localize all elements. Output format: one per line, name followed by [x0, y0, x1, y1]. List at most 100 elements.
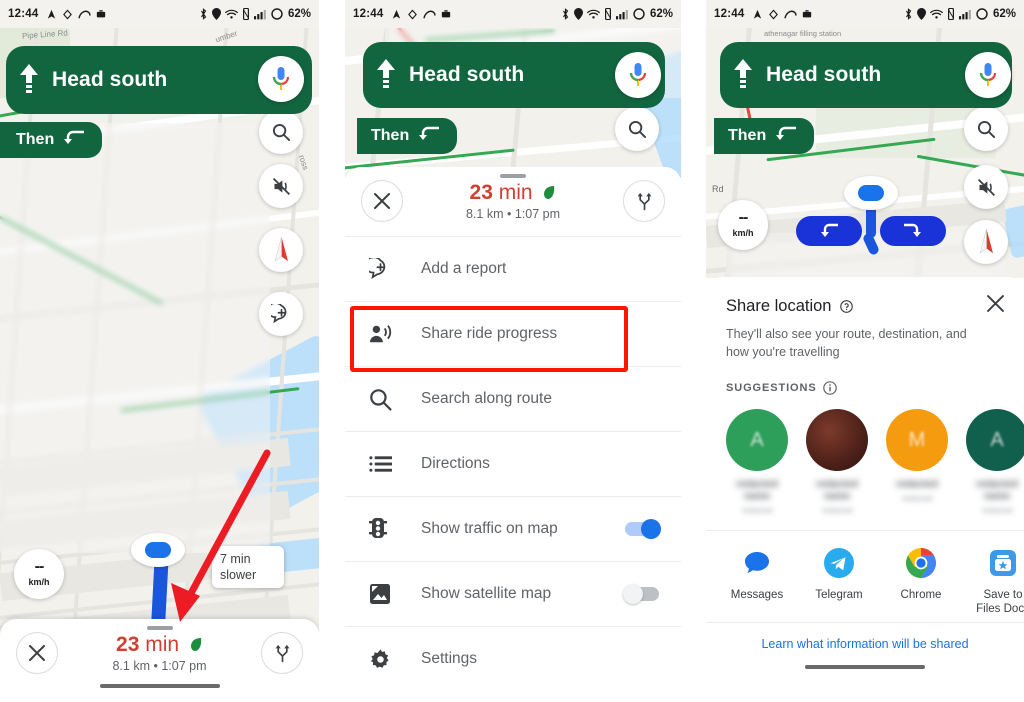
menu-item-search-along-route[interactable]: Search along route — [345, 366, 681, 431]
close-icon[interactable] — [987, 295, 1004, 317]
voice-mic-button[interactable] — [258, 56, 304, 102]
suggestions-label: SUGGESTIONS — [726, 382, 817, 394]
screenshot-stage: 12:44 62% Pipe Line Rd umber ross Head s… — [0, 0, 1024, 702]
share-app-label: Messages — [730, 589, 784, 601]
share-header: Share location — [706, 277, 1024, 317]
alternate-routes-button[interactable] — [623, 180, 665, 222]
u-turn-left-icon — [64, 129, 86, 152]
menu-item-show-traffic-on-map[interactable]: Show traffic on map — [345, 496, 681, 561]
briefcase-icon — [96, 9, 106, 19]
map-label: Rd — [712, 184, 724, 194]
wifi-icon — [930, 9, 943, 20]
speed-unit: km/h — [28, 577, 50, 587]
suggestion-item[interactable]: M redacted redacted — [886, 409, 948, 516]
share-location-sheet: Share location They'll also see your rou… — [706, 277, 1024, 702]
messages-icon — [739, 545, 775, 581]
navigation-instruction: Head south — [409, 63, 525, 86]
speedometer: -- km/h — [14, 549, 64, 599]
speed-value: -- — [738, 209, 749, 226]
navigation-instruction: Head south — [52, 68, 168, 91]
wifi-icon — [225, 9, 238, 20]
info-circle-icon[interactable] — [822, 381, 837, 395]
compass-button[interactable] — [964, 220, 1008, 264]
menu-item-add-a-report[interactable]: Add a report — [345, 236, 681, 301]
menu-item-show-satellite-map[interactable]: Show satellite map — [345, 561, 681, 626]
location-icon — [916, 8, 926, 20]
share-app-telegram[interactable]: Telegram — [810, 545, 868, 616]
bluetooth-icon — [904, 8, 913, 20]
share-apps-row[interactable]: Messages Telegram Chrome Save to Files D… — [706, 530, 1024, 622]
close-navigation-button[interactable] — [361, 180, 403, 222]
status-bar-left-icons — [391, 9, 451, 20]
suggestion-item[interactable]: redacted name redacted — [806, 409, 868, 516]
menu-item-directions[interactable]: Directions — [345, 431, 681, 496]
eco-leaf-icon — [543, 182, 556, 206]
menu-item-label: Show satellite map — [421, 585, 552, 602]
menu-item-label: Share ride progress — [421, 325, 558, 342]
menu-item-settings[interactable]: Settings — [345, 626, 681, 691]
suggestions-row[interactable]: A redacted name redacted redacted name r… — [706, 395, 1024, 516]
suggestion-item[interactable]: A redacted name redacted — [726, 409, 788, 516]
voice-mic-button[interactable] — [965, 52, 1011, 98]
share-app-chrome[interactable]: Chrome — [892, 545, 950, 616]
u-turn-left-icon — [419, 125, 441, 148]
satellite-image-icon — [369, 583, 421, 605]
annotation-arrow — [171, 449, 271, 622]
help-circle-icon[interactable] — [839, 299, 853, 313]
search-button[interactable] — [964, 107, 1008, 151]
share-app-save-to-files-dock[interactable]: Save to Files Dock — [974, 545, 1024, 616]
status-bar: 12:44 62% — [706, 0, 1024, 28]
navigation-icon — [391, 9, 402, 20]
sync-icon — [62, 9, 73, 20]
battery-icon — [633, 8, 645, 20]
navigation-options-menu: 23 min 8.1 km • 1:07 pm Add a report Sha… — [345, 167, 681, 702]
show-traffic-toggle[interactable] — [625, 519, 661, 539]
search-button[interactable] — [259, 110, 303, 154]
u-turn-left-icon — [776, 125, 798, 148]
avatar: A — [966, 409, 1024, 471]
navigation-icon — [752, 9, 763, 20]
phone-panel-3: 12:44 62% athenagar filling station Rd H… — [706, 0, 1024, 702]
close-navigation-button[interactable] — [16, 632, 58, 674]
alternate-routes-button[interactable] — [261, 632, 303, 674]
save-to-dock-icon — [985, 545, 1021, 581]
home-indicator — [805, 665, 925, 669]
compass-button[interactable] — [259, 228, 303, 272]
suggestion-item[interactable]: A redacted name redacted — [966, 409, 1024, 516]
status-bar-time: 12:44 — [8, 8, 39, 20]
menu-item-share-ride-progress[interactable]: Share ride progress — [345, 301, 681, 366]
share-app-messages[interactable]: Messages — [728, 545, 786, 616]
avatar: M — [886, 409, 948, 471]
eta-sheet[interactable]: 23 min 8.1 km • 1:07 pm — [0, 619, 319, 702]
status-bar: 12:44 62% — [345, 0, 681, 28]
location-icon — [573, 8, 583, 20]
navigation-icon — [46, 9, 57, 20]
suggestion-subtitle: redacted — [981, 506, 1013, 515]
voice-mic-button[interactable] — [615, 52, 661, 98]
battery-percent: 62% — [649, 8, 673, 20]
search-icon — [369, 388, 421, 411]
add-report-button[interactable] — [259, 292, 303, 336]
speed-unit: km/h — [732, 228, 754, 238]
straight-arrow-icon — [720, 58, 766, 92]
avatar — [806, 409, 868, 471]
arrow-curve-icon — [78, 9, 92, 20]
eta-center: 23 min 8.1 km • 1:07 pm — [403, 181, 623, 221]
then-banner: Then — [714, 118, 815, 154]
eta-center: 23 min 8.1 km • 1:07 pm — [58, 633, 261, 673]
location-icon — [211, 8, 221, 20]
maneuver-left-chip[interactable] — [796, 216, 862, 246]
mute-button[interactable] — [964, 165, 1008, 209]
navigation-instruction: Head south — [766, 63, 882, 86]
then-label: Then — [728, 127, 767, 144]
suggestion-name: redacted — [896, 479, 938, 490]
status-bar-right-icons: 62% — [561, 7, 673, 21]
phone-panel-1: 12:44 62% Pipe Line Rd umber ross Head s… — [0, 0, 319, 702]
learn-more-link[interactable]: Learn what information will be shared — [706, 622, 1024, 653]
battery-percent: 62% — [992, 8, 1016, 20]
eta-unit: min — [145, 633, 180, 656]
maneuver-right-chip[interactable] — [880, 216, 946, 246]
search-button[interactable] — [615, 107, 659, 151]
show-satellite-toggle[interactable] — [623, 584, 659, 604]
mute-button[interactable] — [259, 164, 303, 208]
